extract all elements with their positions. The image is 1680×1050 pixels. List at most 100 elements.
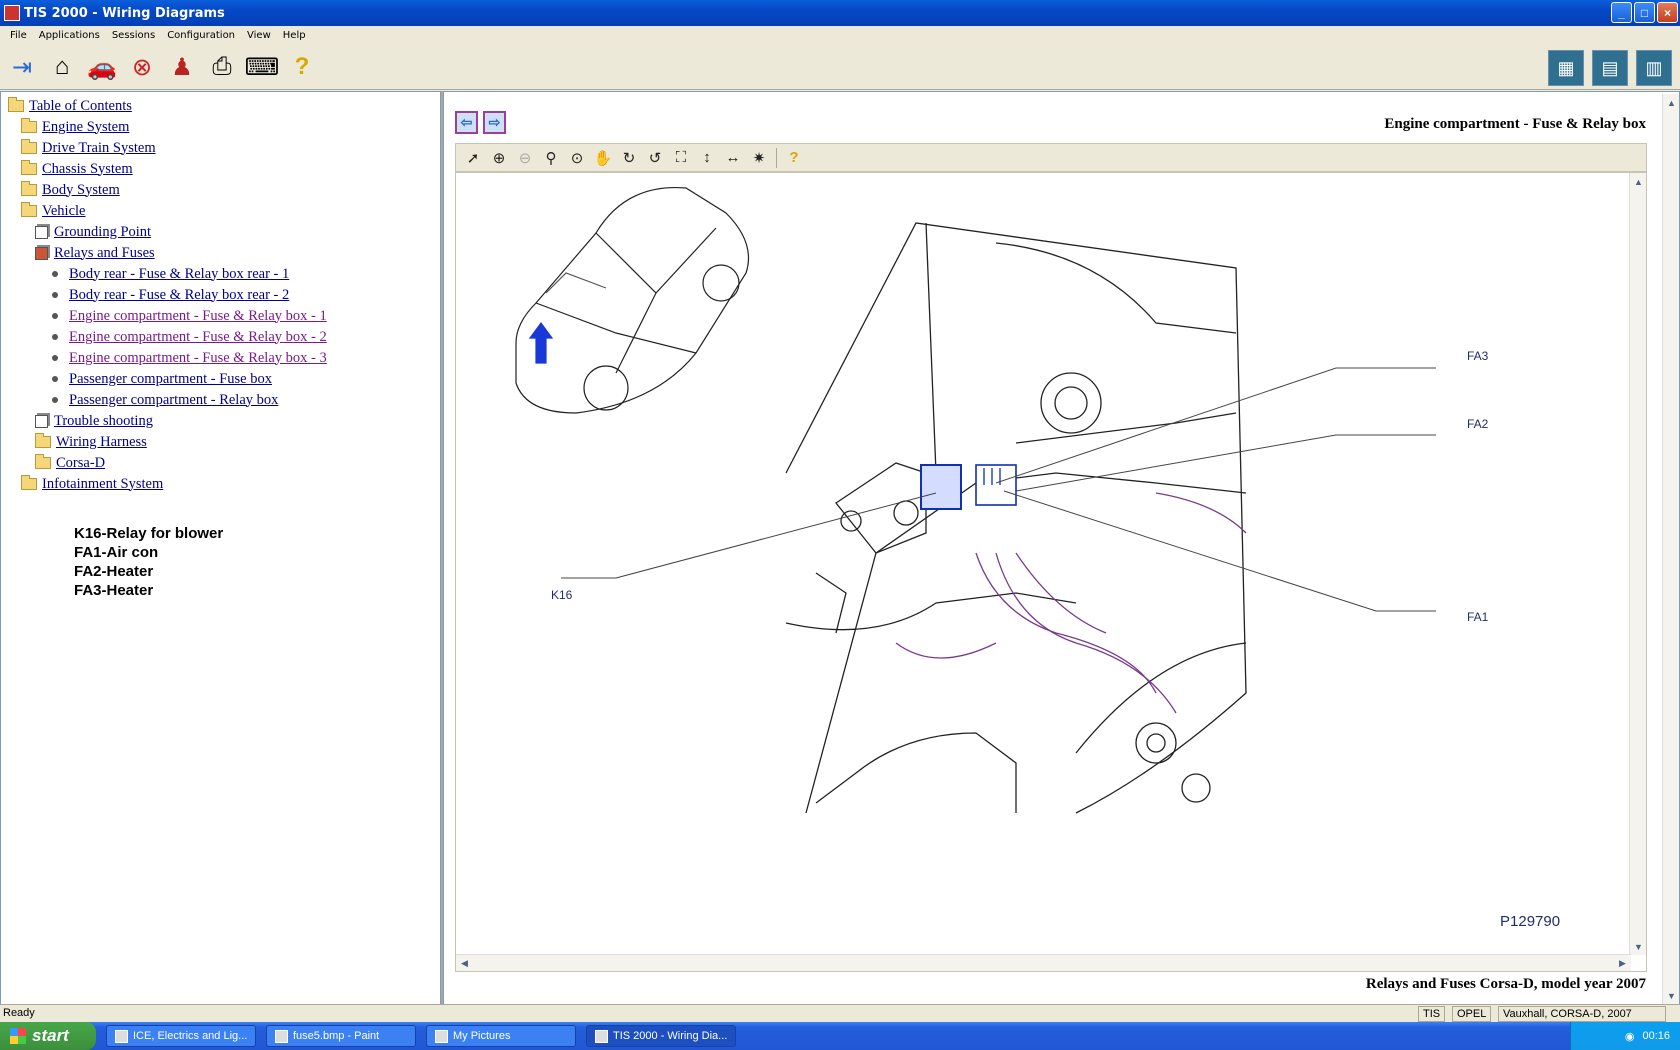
fit-width-icon[interactable]: ↔ bbox=[720, 146, 746, 170]
keyboard-icon[interactable]: ⌨ bbox=[244, 49, 280, 85]
tree-item-body-system[interactable]: Body System bbox=[21, 180, 120, 200]
scroll-left-icon[interactable]: ◀ bbox=[456, 955, 473, 972]
tree-item-relays-and-fuses[interactable]: Relays and Fuses bbox=[35, 243, 155, 263]
scroll-down-icon[interactable]: ▼ bbox=[1630, 938, 1647, 955]
tree-item-engine-compartment-1[interactable]: Engine compartment - Fuse & Relay box - … bbox=[52, 306, 327, 326]
tray-network-icon[interactable]: ◉ bbox=[1625, 1030, 1635, 1043]
maximize-button[interactable]: □ bbox=[1634, 2, 1655, 23]
tree-item-engine-compartment-2[interactable]: Engine compartment - Fuse & Relay box - … bbox=[52, 327, 327, 347]
fuse-block bbox=[975, 464, 1017, 506]
menu-view[interactable]: View bbox=[241, 30, 277, 41]
print-icon[interactable]: ⎙ bbox=[204, 49, 240, 85]
tree-item-grounding-point[interactable]: Grounding Point bbox=[35, 222, 151, 242]
exit-icon[interactable]: ⇥ bbox=[4, 49, 40, 85]
tree-item-engine-system[interactable]: Engine System bbox=[21, 117, 129, 137]
status-brand: OPEL bbox=[1452, 1006, 1492, 1022]
label-fa3: FA3 bbox=[1467, 349, 1489, 363]
tree-item-engine-compartment-3[interactable]: Engine compartment - Fuse & Relay box - … bbox=[52, 348, 327, 368]
k16-relay bbox=[920, 464, 962, 510]
folder-icon bbox=[21, 475, 37, 490]
task-my-pictures[interactable]: My Pictures bbox=[426, 1025, 576, 1047]
help-icon[interactable]: ? bbox=[284, 49, 320, 85]
document-scrollbar[interactable]: ▲ ▼ bbox=[1662, 94, 1679, 1004]
zoom-icon[interactable]: ⚲ bbox=[538, 146, 564, 170]
tree-item-passenger-fuse-box[interactable]: Passenger compartment - Fuse box bbox=[52, 369, 272, 389]
viewer-help-icon[interactable]: ? bbox=[781, 146, 807, 170]
status-bar: Ready TIS OPEL Vauxhall, CORSA-D, 2007 bbox=[0, 1004, 1680, 1022]
tree-item-table-of-contents[interactable]: Table of Contents bbox=[8, 96, 132, 116]
browser-icon bbox=[115, 1029, 128, 1043]
close-button[interactable]: × bbox=[1657, 2, 1678, 23]
vehicle-icon[interactable]: 🚗 bbox=[84, 49, 120, 85]
tree-item-wiring-harness[interactable]: Wiring Harness bbox=[35, 432, 147, 452]
viewer-horizontal-scrollbar[interactable]: ◀ ▶ bbox=[456, 954, 1631, 971]
user-icon[interactable]: ♟ bbox=[164, 49, 200, 85]
viewer-vertical-scrollbar[interactable]: ▲ ▼ bbox=[1629, 173, 1646, 955]
folder-icon bbox=[21, 118, 37, 133]
note-fa1: FA1-Air con bbox=[74, 544, 159, 561]
document-title: Engine compartment - Fuse & Relay box bbox=[1384, 116, 1646, 132]
diagram-viewer[interactable]: FA3 FA2 FA1 K16 P129790 ▲ ▼ ◀ ▶ bbox=[455, 172, 1647, 972]
car-illustration bbox=[515, 186, 750, 414]
rotate-right-icon[interactable]: ↻ bbox=[616, 146, 642, 170]
bullet-icon bbox=[52, 397, 58, 403]
minimize-button[interactable]: _ bbox=[1611, 2, 1632, 23]
image-settings-icon[interactable]: ✷ bbox=[746, 146, 772, 170]
windows-logo-icon bbox=[10, 1028, 26, 1044]
task-tis-2000[interactable]: TIS 2000 - Wiring Dia... bbox=[586, 1025, 736, 1047]
menu-configuration[interactable]: Configuration bbox=[161, 30, 241, 41]
tree-item-corsa-d[interactable]: Corsa-D bbox=[35, 453, 105, 473]
rotate-left-icon[interactable]: ↺ bbox=[642, 146, 668, 170]
tree-item-chassis-system[interactable]: Chassis System bbox=[21, 159, 133, 179]
tree-item-drive-train-system[interactable]: Drive Train System bbox=[21, 138, 156, 158]
menu-applications[interactable]: Applications bbox=[33, 30, 106, 41]
scroll-up-icon[interactable]: ▲ bbox=[1663, 94, 1680, 111]
zoom-in-icon[interactable]: ⊕ bbox=[486, 146, 512, 170]
app-icon bbox=[4, 5, 20, 21]
clock: 00:16 bbox=[1642, 1030, 1670, 1042]
fit-height-icon[interactable]: ↕ bbox=[694, 146, 720, 170]
tree-item-infotainment-system[interactable]: Infotainment System bbox=[21, 474, 163, 494]
cancel-icon[interactable]: ⊗ bbox=[124, 49, 160, 85]
legend-notes: K16-Relay for blower FA1-Air con FA2-Hea… bbox=[74, 524, 223, 600]
tree-item-body-rear-1[interactable]: Body rear - Fuse & Relay box rear - 1 bbox=[52, 264, 289, 284]
window-title: TIS 2000 - Wiring Diagrams bbox=[24, 5, 225, 21]
zoom-out-icon[interactable]: ⊖ bbox=[512, 146, 538, 170]
home-icon[interactable]: ⌂ bbox=[44, 49, 80, 85]
fit-page-icon[interactable]: ⛶ bbox=[668, 146, 694, 170]
task-browser[interactable]: ICE, Electrics and Lig... bbox=[106, 1025, 256, 1047]
document-footer: Relays and Fuses Corsa-D, model year 200… bbox=[1365, 976, 1646, 992]
menu-file[interactable]: File bbox=[4, 30, 33, 41]
select-pointer-icon[interactable]: ➚ bbox=[460, 146, 486, 170]
status-system: TIS bbox=[1418, 1006, 1446, 1022]
tree-item-passenger-relay-box[interactable]: Passenger compartment - Relay box bbox=[52, 390, 278, 410]
tree-item-trouble-shooting[interactable]: Trouble shooting bbox=[35, 411, 153, 431]
status-ready: Ready bbox=[3, 1007, 35, 1019]
pan-hand-icon[interactable]: ✋ bbox=[590, 146, 616, 170]
tree-item-body-rear-2[interactable]: Body rear - Fuse & Relay box rear - 2 bbox=[52, 285, 289, 305]
car-info-icon[interactable]: ▥ bbox=[1636, 50, 1672, 86]
forward-button[interactable]: ⇨ bbox=[483, 111, 506, 134]
main-toolbar: ⇥ ⌂ 🚗 ⊗ ♟ ⎙ ⌨ ? ▦ ▤ ▥ bbox=[0, 45, 1680, 90]
bullet-icon bbox=[52, 271, 58, 277]
tree-item-vehicle[interactable]: Vehicle bbox=[21, 201, 85, 221]
book-icon bbox=[35, 414, 48, 428]
car-service-icon[interactable]: ▤ bbox=[1592, 50, 1628, 86]
zoom-area-icon[interactable]: ⊙ bbox=[564, 146, 590, 170]
label-fa2: FA2 bbox=[1467, 417, 1489, 431]
engine-bay-drawing bbox=[785, 222, 1247, 814]
bullet-icon bbox=[52, 334, 58, 340]
tis-app-icon bbox=[595, 1029, 608, 1043]
menu-help[interactable]: Help bbox=[277, 30, 312, 41]
scroll-right-icon[interactable]: ▶ bbox=[1614, 955, 1631, 972]
back-button[interactable]: ⇦ bbox=[455, 111, 478, 134]
task-paint[interactable]: fuse5.bmp - Paint bbox=[266, 1025, 416, 1047]
diagnostics-icon[interactable]: ▦ bbox=[1548, 50, 1584, 86]
bullet-icon bbox=[52, 292, 58, 298]
folder-icon bbox=[35, 433, 51, 448]
scroll-down-icon[interactable]: ▼ bbox=[1663, 987, 1680, 1004]
start-button[interactable]: start bbox=[0, 1022, 96, 1050]
menu-sessions[interactable]: Sessions bbox=[106, 30, 161, 41]
scroll-up-icon[interactable]: ▲ bbox=[1630, 173, 1647, 190]
system-tray: ◉ 00:16 bbox=[1570, 1022, 1680, 1050]
